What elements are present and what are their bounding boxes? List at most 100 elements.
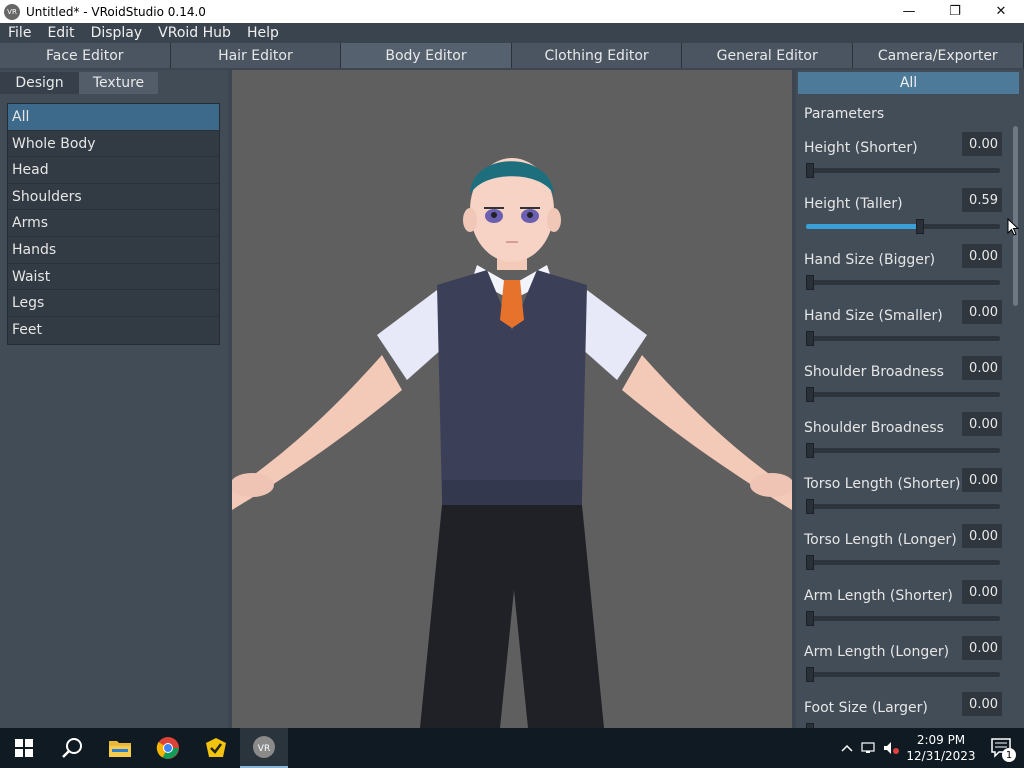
param-slider[interactable] xyxy=(806,163,1000,178)
search-icon xyxy=(62,738,82,758)
param-value-input[interactable]: 0.00 xyxy=(962,132,1002,156)
tab-face-editor[interactable]: Face Editor xyxy=(0,43,171,68)
tab-camera-exporter[interactable]: Camera/Exporter xyxy=(852,43,1024,68)
param-value-input[interactable]: 0.00 xyxy=(962,636,1002,660)
param-value-input[interactable]: 0.00 xyxy=(962,580,1002,604)
param-value-input[interactable]: 0.00 xyxy=(962,468,1002,492)
param-label: Height (Shorter) xyxy=(804,140,918,156)
param-value-input[interactable]: 0.00 xyxy=(962,244,1002,268)
slider-thumb[interactable] xyxy=(806,611,814,626)
parameter-filter-all[interactable]: All xyxy=(798,72,1019,94)
menu-help[interactable]: Help xyxy=(239,23,287,43)
slider-thumb[interactable] xyxy=(806,443,814,458)
param-slider[interactable] xyxy=(806,443,1000,458)
category-arms[interactable]: Arms xyxy=(8,210,219,237)
param-slider[interactable] xyxy=(806,387,1000,402)
file-explorer-button[interactable] xyxy=(96,728,144,768)
param-slider[interactable] xyxy=(806,611,1000,626)
network-icon[interactable] xyxy=(858,728,880,768)
param-label: Arm Length (Shorter) xyxy=(804,588,953,604)
param-value-input[interactable]: 0.00 xyxy=(962,356,1002,380)
category-feet[interactable]: Feet xyxy=(8,317,219,344)
slider-thumb[interactable] xyxy=(806,499,814,514)
left-pupil xyxy=(491,212,497,218)
param-slider[interactable] xyxy=(806,499,1000,514)
param-label: Foot Size (Larger) xyxy=(804,700,928,716)
param-height-shorter: Height (Shorter) 0.00 xyxy=(804,132,1004,188)
category-hands[interactable]: Hands xyxy=(8,237,219,264)
param-slider[interactable] xyxy=(806,331,1000,346)
category-shoulders[interactable]: Shoulders xyxy=(8,184,219,211)
minimize-button[interactable]: — xyxy=(886,0,932,23)
param-value-input[interactable]: 0.00 xyxy=(962,524,1002,548)
param-slider[interactable] xyxy=(806,667,1000,682)
param-label: Arm Length (Longer) xyxy=(804,644,950,660)
menu-edit[interactable]: Edit xyxy=(39,23,82,43)
3d-viewport[interactable] xyxy=(232,70,792,728)
scrollbar[interactable] xyxy=(1013,126,1018,306)
param-arm-length-longer: Arm Length (Longer) 0.00 xyxy=(804,636,1004,692)
category-legs[interactable]: Legs xyxy=(8,290,219,317)
windows-start-button[interactable] xyxy=(0,728,48,768)
vroid-icon: VR xyxy=(253,736,275,758)
slider-thumb[interactable] xyxy=(806,331,814,346)
param-value-input[interactable]: 0.00 xyxy=(962,300,1002,324)
volume-muted-icon[interactable] xyxy=(880,728,902,768)
chrome-icon xyxy=(156,737,179,759)
param-label: Torso Length (Longer) xyxy=(804,532,957,548)
menu-vroid-hub[interactable]: VRoid Hub xyxy=(150,23,239,43)
category-all[interactable]: All xyxy=(8,104,219,131)
param-slider[interactable] xyxy=(806,219,1000,234)
tab-texture[interactable]: Texture xyxy=(79,72,158,94)
clock-date: 12/31/2023 xyxy=(906,749,976,763)
tab-body-editor[interactable]: Body Editor xyxy=(341,43,512,68)
param-label: Hand Size (Bigger) xyxy=(804,252,936,268)
slider-thumb[interactable] xyxy=(806,275,814,290)
avatar-model xyxy=(232,158,792,728)
param-torso-length-longer: Torso Length (Longer) 0.00 xyxy=(804,524,1004,580)
slider-thumb[interactable] xyxy=(806,555,814,570)
category-whole-body[interactable]: Whole Body xyxy=(8,131,219,158)
slider-thumb[interactable] xyxy=(916,219,925,234)
left-ear xyxy=(463,208,477,232)
tab-clothing-editor[interactable]: Clothing Editor xyxy=(511,43,683,68)
param-arm-length-shorter: Arm Length (Shorter) 0.00 xyxy=(804,580,1004,636)
system-tray: 2:09 PM 12/31/2023 1 xyxy=(836,728,1024,768)
chevron-up-icon[interactable] xyxy=(836,728,858,768)
close-button[interactable]: ✕ xyxy=(978,0,1024,23)
param-value-input[interactable]: 0.59 xyxy=(962,188,1002,212)
restore-button[interactable]: ❐ xyxy=(932,0,978,23)
folder-icon xyxy=(109,741,131,757)
category-list: All Whole Body Head Shoulders Arms Hands… xyxy=(7,103,220,345)
norton-button[interactable] xyxy=(192,728,240,768)
notification-center-button[interactable]: 1 xyxy=(980,728,1024,768)
left-hand xyxy=(232,473,274,497)
tab-hair-editor[interactable]: Hair Editor xyxy=(170,43,342,68)
param-value-input[interactable]: 0.00 xyxy=(962,692,1002,716)
menu-display[interactable]: Display xyxy=(83,23,151,43)
slider-thumb[interactable] xyxy=(806,667,814,682)
param-value-input[interactable]: 0.00 xyxy=(962,412,1002,436)
search-button[interactable] xyxy=(48,728,96,768)
pants xyxy=(420,505,604,728)
vroid-studio-taskbar-button[interactable]: VR xyxy=(240,728,288,768)
editor-tabs: Face Editor Hair Editor Body Editor Clot… xyxy=(0,43,1024,68)
param-slider[interactable] xyxy=(806,275,1000,290)
category-waist[interactable]: Waist xyxy=(8,264,219,291)
menu-file[interactable]: File xyxy=(0,23,39,43)
tab-design[interactable]: Design xyxy=(0,72,79,94)
category-head[interactable]: Head xyxy=(8,157,219,184)
notification-count-badge: 1 xyxy=(1002,748,1016,762)
right-hand xyxy=(750,473,792,497)
param-label: Shoulder Broadness xyxy=(804,364,944,380)
necktie xyxy=(500,280,524,328)
right-ear xyxy=(547,208,561,232)
param-slider[interactable] xyxy=(806,555,1000,570)
param-height-taller: Height (Taller) 0.59 xyxy=(804,188,1004,244)
clock-time: 2:09 PM xyxy=(916,733,966,747)
chrome-button[interactable] xyxy=(144,728,192,768)
slider-thumb[interactable] xyxy=(806,163,814,178)
slider-thumb[interactable] xyxy=(806,387,814,402)
tab-general-editor[interactable]: General Editor xyxy=(682,43,853,68)
clock[interactable]: 2:09 PM 12/31/2023 xyxy=(902,732,980,764)
